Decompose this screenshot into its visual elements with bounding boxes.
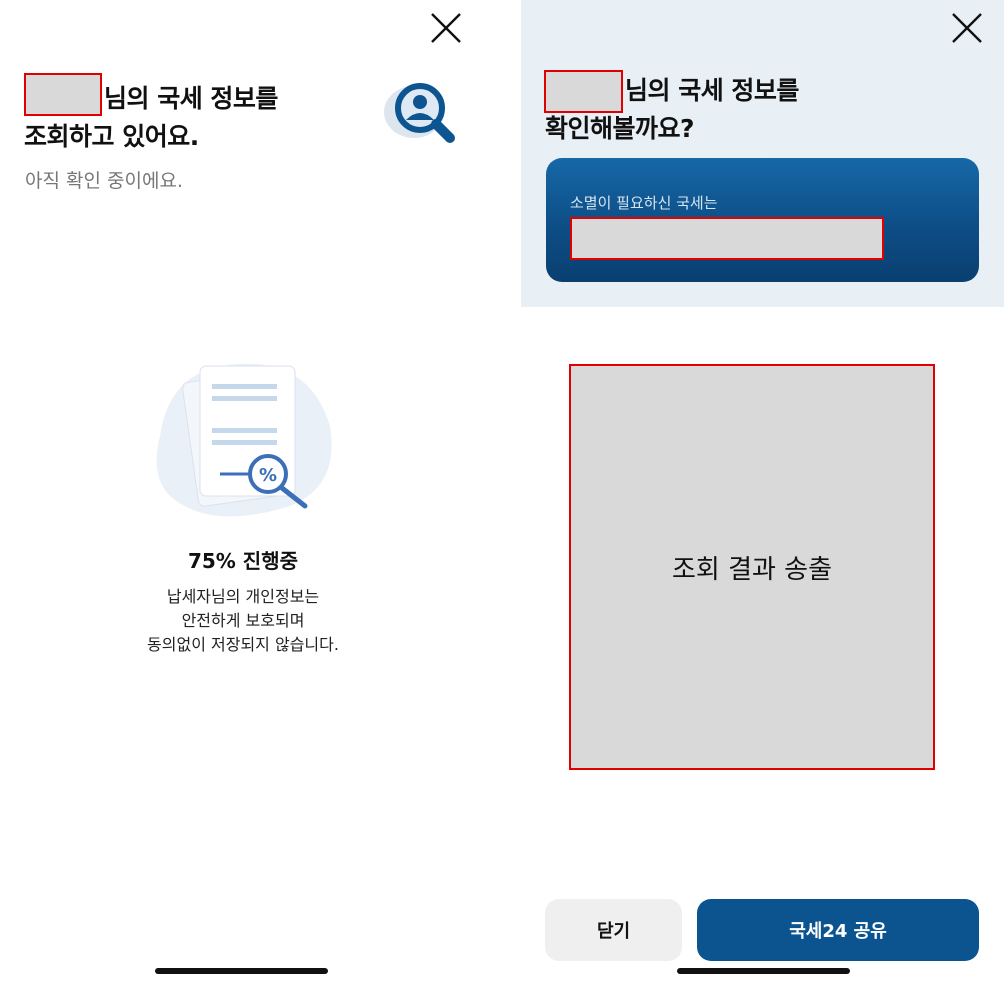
title-line-1: 님의 국세 정보를: [104, 84, 278, 113]
user-search-icon: [384, 83, 455, 143]
privacy-line-3: 동의없이 저장되지 않습니다.: [147, 635, 339, 654]
page-title: 님의 국세 정보를 조회하고 있어요.: [24, 80, 278, 156]
home-indicator[interactable]: [677, 968, 850, 974]
result-placeholder: 조회 결과 송출: [569, 364, 935, 770]
status-subtitle: 아직 확인 중이에요.: [25, 170, 183, 192]
title-line-2: 확인해볼까요?: [545, 114, 695, 143]
svg-text:%: %: [259, 465, 277, 486]
close-button[interactable]: [950, 11, 984, 45]
progress-label: 75% 진행중: [187, 549, 299, 573]
document-percent-icon: %: [156, 363, 332, 517]
share-button[interactable]: 국세24 공유: [697, 899, 979, 961]
privacy-notice: 납세자님의 개인정보는 안전하게 보호되며 동의없이 저장되지 않습니다.: [0, 585, 486, 657]
tax-card-label: 소멸이 필요하신 국세는: [570, 194, 718, 212]
title-line-2: 조회하고 있어요.: [24, 122, 199, 151]
home-indicator[interactable]: [155, 968, 328, 974]
close-button[interactable]: [429, 11, 463, 45]
redacted-amount: [570, 217, 884, 260]
result-screen: 님의 국세 정보를 확인해볼까요? 소멸이 필요하신 국세는 조회 결과 송출 …: [521, 0, 1004, 986]
privacy-line-2: 안전하게 보호되며: [181, 611, 305, 630]
page-title: 님의 국세 정보를 확인해볼까요?: [545, 72, 799, 148]
tax-summary-card: 소멸이 필요하신 국세는: [546, 158, 979, 282]
privacy-line-1: 납세자님의 개인정보는: [166, 587, 320, 606]
close-dialog-button[interactable]: 닫기: [545, 899, 682, 961]
title-line-1: 님의 국세 정보를: [625, 76, 799, 105]
close-icon: [952, 13, 982, 43]
close-icon: [431, 13, 461, 43]
loading-screen: 님의 국세 정보를 조회하고 있어요. 아직 확인 중이에요. % 75% 진행…: [0, 0, 486, 986]
